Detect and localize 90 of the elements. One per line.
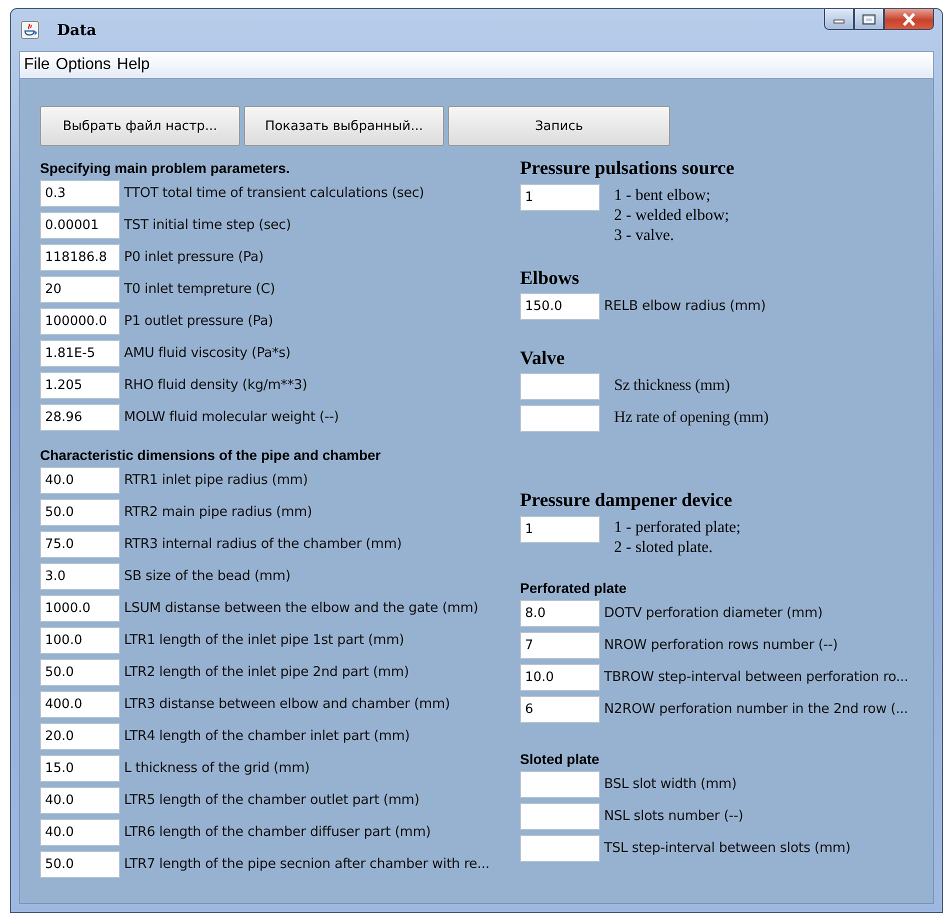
input-field[interactable]: 28.96 bbox=[40, 404, 120, 430]
maximize-button[interactable] bbox=[854, 9, 884, 30]
field-label: P0 inlet pressure (Pa) bbox=[124, 249, 264, 265]
input-field[interactable]: 0.00001 bbox=[40, 212, 120, 238]
field-label: TST initial time step (sec) bbox=[124, 217, 291, 233]
action-button[interactable]: Показать выбранный... bbox=[244, 106, 444, 146]
field-label: LSUM distanse between the elbow and the gate (mm) bbox=[124, 600, 478, 616]
input-field[interactable]: 20 bbox=[40, 276, 120, 302]
input-field[interactable]: 150.0 bbox=[520, 292, 600, 320]
field-label: RTR2 main pipe radius (mm) bbox=[124, 504, 312, 520]
section-heading: Specifying main problem parameters. bbox=[40, 160, 291, 177]
input-field[interactable]: 7 bbox=[520, 632, 600, 658]
field-label: Sz thickness (mm) bbox=[614, 377, 730, 395]
input-field[interactable]: 10.0 bbox=[520, 664, 600, 690]
input-field[interactable]: 20.0 bbox=[40, 722, 120, 750]
field-label: LTR5 length of the chamber outlet part (mm) bbox=[124, 792, 420, 808]
field-label: LTR6 length of the chamber diffuser part (mm) bbox=[124, 824, 431, 840]
field-label: LTR4 length of the chamber inlet part (mm) bbox=[124, 728, 410, 744]
input-field[interactable]: 118186.8 bbox=[40, 244, 120, 270]
input-field[interactable]: 40.0 bbox=[40, 786, 120, 814]
java-cup-icon bbox=[21, 21, 39, 39]
field-label: NROW perforation rows number (--) bbox=[604, 637, 838, 653]
input-field[interactable]: 50.0 bbox=[40, 658, 120, 686]
section-heading: Pressure dampener device bbox=[520, 490, 734, 512]
field-label: RHO fluid density (kg/m**3) bbox=[124, 377, 308, 393]
input-field[interactable]: 1.205 bbox=[40, 372, 120, 398]
field-label: LTR3 distanse between elbow and chamber (mm) bbox=[124, 696, 450, 712]
input-field[interactable] bbox=[520, 770, 600, 798]
input-field[interactable]: 15.0 bbox=[40, 754, 120, 782]
input-field[interactable]: 8.0 bbox=[520, 600, 600, 626]
input-field[interactable]: 50.0 bbox=[40, 850, 120, 878]
input-field[interactable]: 75.0 bbox=[40, 530, 120, 558]
menu-item[interactable]: Options bbox=[56, 56, 111, 74]
section-heading: Sloted plate bbox=[520, 751, 600, 768]
input-field[interactable]: 0.3 bbox=[40, 180, 120, 206]
section-heading: Elbows bbox=[520, 268, 580, 290]
option-text: 3 - valve. bbox=[614, 226, 675, 246]
field-label: RELB elbow radius (mm) bbox=[604, 298, 766, 314]
action-button[interactable]: Выбрать файл настр... bbox=[40, 106, 240, 146]
option-text: 1 - perforated plate; bbox=[614, 518, 741, 538]
field-label: NSL slots number (--) bbox=[604, 808, 744, 824]
section-heading: Characteristic dimensions of the pipe and chamber bbox=[40, 447, 382, 464]
field-label: L thickness of the grid (mm) bbox=[124, 760, 310, 776]
field-label: RTR3 internal radius of the chamber (mm) bbox=[124, 536, 402, 552]
option-text: 2 - sloted plate. bbox=[614, 538, 714, 558]
field-label: RTR1 inlet pipe radius (mm) bbox=[124, 472, 308, 488]
input-field[interactable]: 1 bbox=[520, 184, 600, 211]
maximize-icon bbox=[862, 14, 876, 24]
input-field[interactable]: 100000.0 bbox=[40, 308, 120, 334]
input-field[interactable]: 50.0 bbox=[40, 498, 120, 526]
menu-item[interactable]: Help bbox=[116, 56, 150, 74]
close-button[interactable] bbox=[884, 9, 934, 30]
field-label: DOTV perforation diameter (mm) bbox=[604, 605, 823, 621]
input-field[interactable]: 1.81E-5 bbox=[40, 340, 120, 366]
input-field[interactable]: 6 bbox=[520, 696, 600, 722]
input-field[interactable] bbox=[520, 372, 600, 400]
input-field[interactable]: 400.0 bbox=[40, 690, 120, 718]
field-label: P1 outlet pressure (Pa) bbox=[124, 313, 274, 329]
field-label: SB size of the bead (mm) bbox=[124, 568, 290, 584]
field-label: BSL slot width (mm) bbox=[604, 776, 737, 792]
input-field[interactable]: 40.0 bbox=[40, 466, 120, 494]
section-heading: Pressure pulsations source bbox=[520, 158, 736, 180]
field-label: Hz rate of opening (mm) bbox=[614, 409, 768, 427]
minimize-button[interactable] bbox=[824, 9, 854, 30]
input-field[interactable]: 40.0 bbox=[40, 818, 120, 846]
field-label: LTR7 length of the pipe secnion after chamber with re... bbox=[124, 856, 490, 872]
input-field[interactable]: 100.0 bbox=[40, 626, 120, 654]
close-icon bbox=[901, 12, 917, 26]
input-field[interactable]: 1000.0 bbox=[40, 594, 120, 622]
option-text: 2 - welded elbow; bbox=[614, 206, 730, 226]
field-label: TSL step-interval between slots (mm) bbox=[604, 840, 850, 856]
field-label: LTR2 length of the inlet pipe 2nd part (mm) bbox=[124, 664, 409, 680]
window-title: Data bbox=[57, 21, 96, 39]
action-button[interactable]: Запись bbox=[448, 106, 670, 146]
field-label: AMU fluid viscosity (Pa*s) bbox=[124, 345, 290, 361]
field-label: TTOT total time of transient calculations (sec) bbox=[124, 185, 424, 201]
input-field[interactable]: 3.0 bbox=[40, 562, 120, 590]
field-label: LTR1 length of the inlet pipe 1st part (mm) bbox=[124, 632, 404, 648]
input-field[interactable]: 1 bbox=[520, 516, 600, 543]
field-label: N2ROW perforation number in the 2nd row (... bbox=[604, 701, 908, 717]
option-text: 1 - bent elbow; bbox=[614, 186, 712, 206]
menu-item[interactable]: File bbox=[24, 56, 50, 74]
input-field[interactable] bbox=[520, 834, 600, 862]
field-label: T0 inlet tempreture (C) bbox=[124, 281, 276, 297]
section-heading: Perforated plate bbox=[520, 580, 628, 597]
input-field[interactable] bbox=[520, 802, 600, 830]
input-field[interactable] bbox=[520, 404, 600, 432]
field-label: MOLW fluid molecular weight (--) bbox=[124, 409, 339, 425]
section-heading: Valve bbox=[520, 348, 566, 370]
field-label: TBROW step-interval between perforation ro... bbox=[604, 669, 908, 685]
